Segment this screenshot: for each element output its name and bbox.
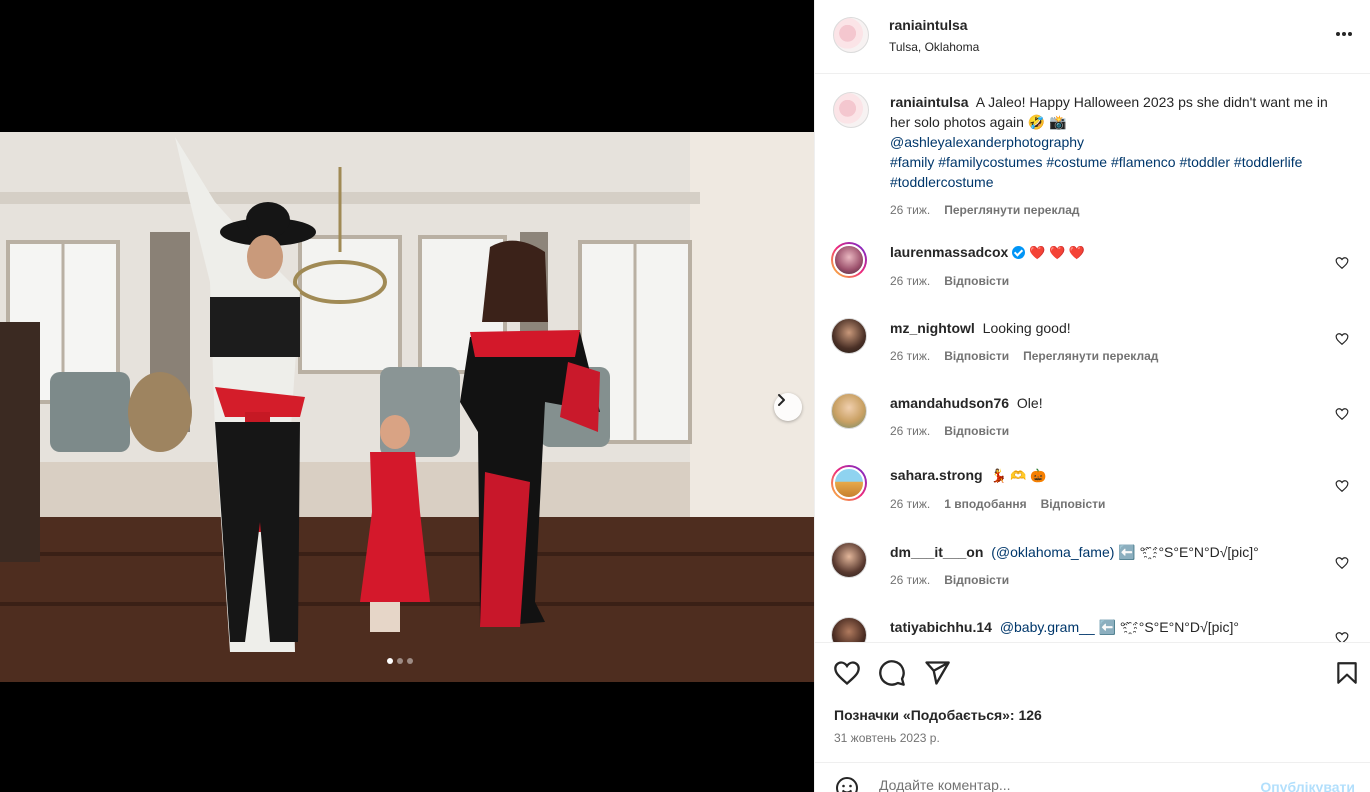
post-location[interactable]: Tulsa, Oklahoma xyxy=(889,40,979,54)
comment-username[interactable]: mz_nightowl xyxy=(890,320,975,336)
caption-body: raniaintulsa A Jaleo! Happy Halloween 20… xyxy=(890,92,1330,220)
publish-button[interactable]: Опублікувати xyxy=(1260,779,1355,792)
post-actions: Позначки «Подобається»: 126 31 жовтень 2… xyxy=(815,642,1370,762)
caption-hashtags[interactable]: #family #familycostumes #costume #flamen… xyxy=(890,152,1330,192)
caption-time[interactable]: 26 тиж. xyxy=(890,200,930,220)
likes-count[interactable]: Позначки «Подобається»: 126 xyxy=(834,707,1042,723)
media-pane xyxy=(0,0,814,792)
comment-input[interactable] xyxy=(879,777,1239,792)
commenter-avatar[interactable] xyxy=(831,465,867,501)
smiley-icon[interactable] xyxy=(835,776,859,792)
post-header: raniaintulsa Tulsa, Oklahoma xyxy=(815,0,1370,74)
add-comment-bar: Опублікувати xyxy=(815,762,1370,792)
heart-icon[interactable] xyxy=(1335,479,1349,493)
heart-icon[interactable] xyxy=(1335,256,1349,270)
comment-body: amandahudson76 Ole! 26 тиж. Відповісти xyxy=(890,393,1330,441)
comment-text: ❤️ ❤️ ❤️ xyxy=(1029,245,1085,260)
verified-badge-icon xyxy=(1012,246,1026,259)
more-options-button[interactable] xyxy=(1334,24,1354,50)
comment-text: Ole! xyxy=(1016,395,1043,411)
comment-body: sahara.strong 💃 🫶 🎃 26 тиж. 1 вподобання В… xyxy=(890,465,1330,514)
commenter-avatar[interactable] xyxy=(831,242,867,278)
comment-body: tatiyabichhu.14 @baby.gram__ ⬅️ °`҈ `°S°… xyxy=(890,617,1330,637)
carousel-dot-active xyxy=(387,658,393,664)
family-costume-photo xyxy=(0,132,814,682)
reply-button[interactable]: Відповісти xyxy=(944,570,1009,590)
post-date[interactable]: 31 жовтень 2023 р. xyxy=(834,731,940,745)
caption-meta: 26 тиж. Переглянути переклад xyxy=(890,200,1330,220)
reply-button[interactable]: Відповісти xyxy=(944,421,1009,441)
reply-button[interactable]: Відповісти xyxy=(944,346,1009,366)
commenter-avatar[interactable] xyxy=(831,393,867,429)
send-icon[interactable] xyxy=(923,659,951,687)
heart-icon[interactable] xyxy=(1335,631,1349,642)
comment-body: mz_nightowl Looking good! 26 тиж. Відпові… xyxy=(890,318,1330,366)
comment-time[interactable]: 26 тиж. xyxy=(890,346,930,366)
see-translation-button[interactable]: Переглянути переклад xyxy=(1023,346,1158,366)
comment-username[interactable]: sahara.strong xyxy=(890,467,983,483)
comment-username[interactable]: laurenmassadcox xyxy=(890,244,1008,260)
comment-time[interactable]: 26 тиж. xyxy=(890,421,930,441)
comments-list: raniaintulsa A Jaleo! Happy Halloween 20… xyxy=(815,74,1370,642)
see-translation-button[interactable]: Переглянути переклад xyxy=(944,200,1079,220)
commenter-avatar[interactable] xyxy=(831,617,867,642)
carousel-indicator xyxy=(387,658,413,664)
caption-username[interactable]: raniaintulsa xyxy=(890,94,969,110)
comment-time[interactable]: 26 тиж. xyxy=(890,494,930,514)
reply-button[interactable]: Відповісти xyxy=(944,271,1009,291)
comment-likes-count[interactable]: 1 вподобання xyxy=(944,494,1026,514)
more-horizontal-icon xyxy=(1336,32,1352,36)
comment-text: Looking good! xyxy=(982,320,1071,336)
comment-time[interactable]: 26 тиж. xyxy=(890,570,930,590)
carousel-dot xyxy=(407,658,413,664)
comment-username[interactable]: tatiyabichhu.14 xyxy=(890,619,992,635)
post-photo xyxy=(0,132,814,682)
commenter-avatar[interactable] xyxy=(831,318,867,354)
comment-mention[interactable]: (@oklahoma_fame) xyxy=(991,544,1114,560)
heart-icon[interactable] xyxy=(1335,332,1349,346)
post-sidebar: raniaintulsa Tulsa, Oklahoma raniaintuls… xyxy=(814,0,1370,792)
heart-icon[interactable] xyxy=(833,659,861,687)
comment-text: ⬅️ °`҈ `°S°E°N°D√[pic]° xyxy=(1098,619,1239,635)
comment-time[interactable]: 26 тиж. xyxy=(890,271,930,291)
comment-username[interactable]: amandahudson76 xyxy=(890,395,1009,411)
comment-body: laurenmassadcox ❤️ ❤️ ❤️ 26 тиж. Відповіс… xyxy=(890,242,1330,291)
comment-body: dm___it___on (@oklahoma_fame) ⬅️ °`҈ `°S… xyxy=(890,542,1330,590)
author-avatar[interactable] xyxy=(833,92,869,128)
reply-button[interactable]: Відповісти xyxy=(1041,494,1106,514)
caption-mention[interactable]: @ashleyalexanderphotography xyxy=(890,132,1330,152)
comment-text: ⬅️ °`҈ `°S°E°N°D√[pic]° xyxy=(1118,544,1259,560)
chevron-right-icon xyxy=(778,394,785,406)
author-avatar[interactable] xyxy=(833,17,869,53)
commenter-avatar[interactable] xyxy=(831,542,867,578)
comment-text: 💃 🫶 🎃 xyxy=(990,468,1047,483)
comment-icon[interactable] xyxy=(878,659,906,687)
heart-icon[interactable] xyxy=(1335,556,1349,570)
comment-mention[interactable]: @baby.gram__ xyxy=(1000,619,1095,635)
bookmark-icon[interactable] xyxy=(1334,659,1360,687)
comment-username[interactable]: dm___it___on xyxy=(890,544,983,560)
author-username[interactable]: raniaintulsa xyxy=(889,17,968,33)
instagram-post-modal: raniaintulsa Tulsa, Oklahoma raniaintuls… xyxy=(0,0,1370,792)
heart-icon[interactable] xyxy=(1335,407,1349,421)
carousel-next-button[interactable] xyxy=(774,393,802,421)
carousel-dot xyxy=(397,658,403,664)
